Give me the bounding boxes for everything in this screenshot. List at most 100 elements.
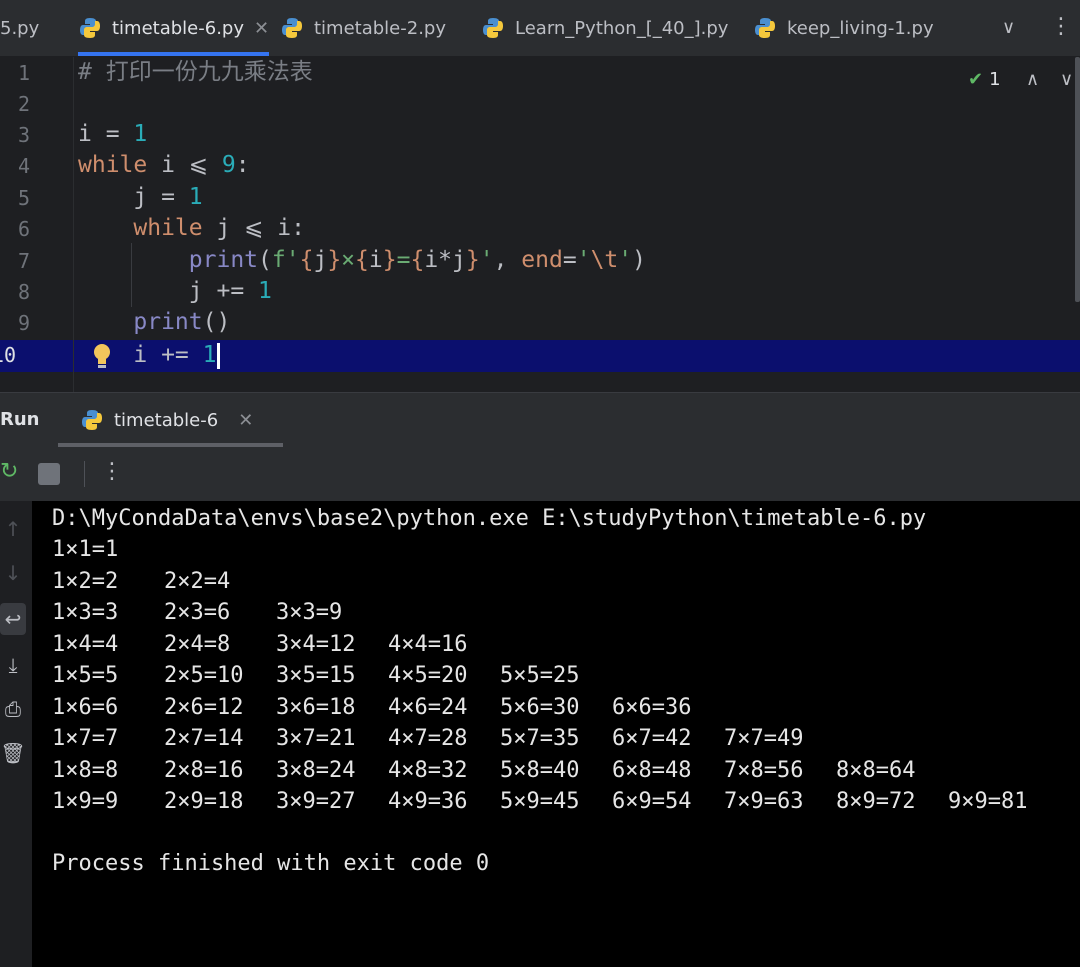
console-output-cell: 1×5=5 [52,663,119,688]
close-icon[interactable]: ✕ [254,18,269,39]
console-output-cell: 5×5=25 [500,663,580,688]
python-file-icon [755,18,775,38]
rerun-icon[interactable]: ↻ [0,459,18,484]
code-line-1: # 打印一份九九乘法表 [78,57,313,88]
chevron-down-icon[interactable]: ∨ [1002,17,1015,38]
run-panel-title: Run [0,409,40,430]
console-exit-message: Process finished with exit code 0 [52,851,490,876]
console-output-cell: 4×9=36 [388,789,468,814]
line-number: 6 [17,217,30,241]
console-output-cell: 2×9=18 [164,789,244,814]
run-tab[interactable]: timetable-6 ✕ [58,393,284,447]
console-output-cell: 5×8=40 [500,757,580,783]
tab-timetable-6[interactable]: timetable-6.py ✕ [78,0,270,56]
line-number: 7 [17,249,30,273]
console-output-cell: 3×9=27 [276,789,356,814]
console-output-cell: 1×2=2 [52,568,119,594]
console-output-cell: 3×5=15 [276,663,356,688]
text-caret [217,342,221,369]
console-output-cell: 2×4=8 [164,631,231,657]
stop-button[interactable] [38,463,60,485]
run-toolbar: ↻ ⋮ [0,447,1080,501]
console-output-cell: 1×7=7 [52,726,119,751]
scroll-to-end-icon[interactable]: ⤓ [0,653,26,677]
console-output-cell: 3×7=21 [276,726,356,751]
console-output-cell: 7×9=63 [724,789,804,814]
line-number: 3 [17,123,30,147]
console-output-cell: 4×4=16 [388,631,468,657]
line-number: 8 [17,280,30,304]
console-output-cell: 7×7=49 [724,726,804,751]
toolbar-separator [84,461,85,487]
console-output-cell: 8×9=72 [836,789,916,814]
tab-timetable-2[interactable]: timetable-2.py [280,0,446,56]
code-line-5: j = 1 [78,184,203,210]
trash-icon[interactable]: 🗑 [0,741,26,765]
console-output-cell: 2×6=12 [164,694,244,720]
console-output-cell: 3×6=18 [276,694,356,720]
tab-5-py[interactable]: 5.py [0,0,39,56]
console-output-cell: 7×8=56 [724,757,804,783]
console-output[interactable]: ↑ ↓ ↩ ⤓ ⎙ 🗑 D:\MyCondaData\envs\base2\py… [0,501,1080,967]
line-number: 2 [17,92,30,116]
gutter-divider [73,57,74,392]
line-number: 5 [17,186,30,210]
code-line-4: while i ⩽ 9: [78,152,250,178]
close-icon[interactable]: ✕ [238,410,253,431]
console-output-cell: 8×8=64 [836,757,916,783]
console-output-cell: 6×7=42 [612,726,692,751]
more-vertical-icon[interactable]: ⋮ [101,459,123,484]
code-line-9: print() [133,309,231,335]
code-line-8: j += 1 [78,278,272,304]
editor-scrollbar[interactable] [1075,57,1080,302]
soft-wrap-icon[interactable]: ↩ [0,603,26,635]
more-vertical-icon[interactable]: ⋮ [1050,14,1072,39]
python-file-icon [82,410,102,430]
console-output-cell: 1×1=1 [52,537,119,562]
chevron-up-icon[interactable]: ∧ [1026,69,1039,90]
python-file-icon [483,18,503,38]
tab-label: keep_living-1.py [787,17,934,39]
tab-label: timetable-6.py [112,17,245,39]
editor-tab-bar: 5.py timetable-6.py ✕ timetable-2.py Lea… [0,0,1080,57]
console-output-cell: 1×9=9 [52,789,119,814]
tab-keep-living[interactable]: keep_living-1.py [753,0,934,56]
console-output-cell: 5×7=35 [500,726,580,751]
tab-label: timetable-2.py [314,17,447,39]
code-editor[interactable]: 1 2 3 4 5 6 7 8 9 10 # 打印一份九九乘法表 i = 1 w… [0,57,1080,392]
tab-learn-python[interactable]: Learn_Python_[_40_].py [481,0,728,56]
arrow-up-icon[interactable]: ↑ [0,517,26,541]
run-tab-label: timetable-6 [114,409,219,431]
lightbulb-icon[interactable] [92,342,112,370]
console-output-cell: 4×6=24 [388,694,468,720]
console-side-rail: ↑ ↓ ↩ ⤓ ⎙ 🗑 [0,501,32,967]
console-output-cell: 3×4=12 [276,631,356,657]
line-number: 9 [17,311,30,335]
console-output-cell: 5×6=30 [500,694,580,720]
console-output-cell: 4×7=28 [388,726,468,751]
python-file-icon [282,18,302,38]
console-output-cell: 4×8=32 [388,757,468,783]
print-icon[interactable]: ⎙ [0,697,26,721]
console-output-cell: 6×8=48 [612,757,692,783]
console-output-cell: 5×9=45 [500,789,580,814]
arrow-down-icon[interactable]: ↓ [0,561,26,585]
chevron-down-icon[interactable]: ∨ [1060,69,1073,90]
console-output-cell: 6×9=54 [612,789,692,814]
tab-label: 5.py [0,17,40,39]
console-command-line: D:\MyCondaData\envs\base2\python.exe E:\… [52,506,927,531]
tab-label: Learn_Python_[_40_].py [515,17,729,39]
check-icon: ✔ [968,69,984,90]
console-output-cell: 2×5=10 [164,663,244,688]
console-output-cell: 2×2=4 [164,568,231,594]
console-output-cell: 6×6=36 [612,694,692,720]
console-output-cell: 2×7=14 [164,726,244,751]
console-output-cell: 2×8=16 [164,757,244,783]
console-output-cell: 3×8=24 [276,757,356,783]
inspection-count: 1 [989,69,1001,90]
console-output-cell: 1×6=6 [52,694,119,720]
inspection-widget[interactable]: ✔ 1 [968,69,1001,90]
comment: # 打印一份九九乘法表 [78,59,313,85]
code-line-3: i = 1 [78,121,148,147]
console-output-cell: 9×9=81 [948,789,1028,814]
